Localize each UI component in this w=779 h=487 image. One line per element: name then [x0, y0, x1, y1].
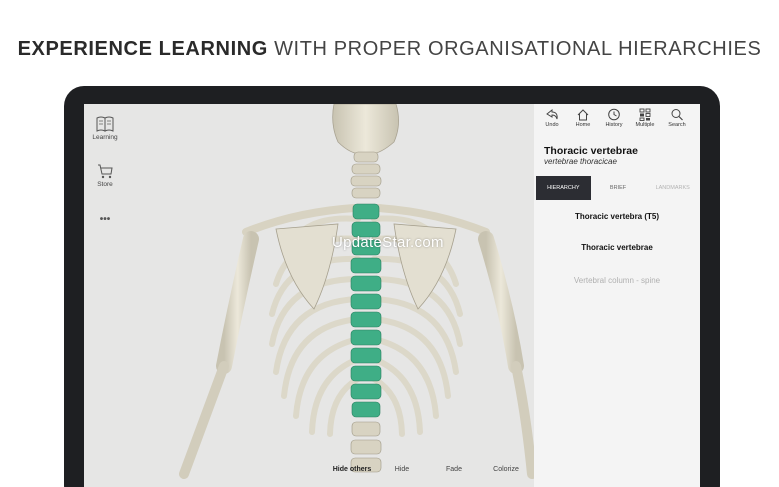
skeleton-model — [179, 104, 534, 479]
undo-button[interactable]: Undo — [538, 108, 566, 128]
lumbar-vertebrae — [350, 421, 382, 473]
home-icon — [577, 109, 589, 121]
multiple-icon — [639, 108, 651, 121]
left-rail: Learning Store ••• — [84, 104, 126, 487]
rail-item-store[interactable]: Store — [84, 164, 126, 188]
book-icon — [96, 116, 114, 132]
left-forearm — [179, 361, 229, 479]
undo-icon — [546, 108, 558, 120]
multiple-label: Multiple — [635, 122, 655, 128]
headline-strong: EXPERIENCE LEARNING — [17, 38, 268, 60]
structure-latin-name: vertebrae thoracicae — [544, 157, 617, 166]
right-forearm — [511, 361, 534, 479]
hide-others-button[interactable]: Hide others — [332, 466, 372, 474]
home-button[interactable]: Home — [569, 108, 597, 128]
tab-hierarchy[interactable]: HIERARCHY — [536, 176, 591, 200]
structure-title: Thoracic vertebrae — [544, 145, 638, 157]
more-icon[interactable]: ••• — [84, 214, 126, 225]
home-label: Home — [575, 122, 591, 128]
tab-brief[interactable]: BRIEF — [590, 176, 646, 200]
page-headline: EXPERIENCE LEARNING WITH PROPER ORGANISA… — [0, 38, 779, 61]
left-humerus — [216, 231, 259, 374]
fade-button[interactable]: Fade — [434, 466, 474, 474]
search-button[interactable]: Search — [663, 108, 691, 128]
hierarchy-item-root[interactable]: Vertebral column - spine — [534, 276, 700, 285]
search-label: Search — [668, 122, 686, 128]
info-tabs: HIERARCHY BRIEF LANDMARKS — [536, 176, 700, 200]
colorize-button[interactable]: Colorize — [486, 466, 526, 474]
multiple-button[interactable]: Multiple — [631, 108, 659, 128]
rail-label-store: Store — [97, 181, 113, 188]
skull — [332, 104, 399, 155]
bottom-toolbar: Hide others Hide Fade Colorize — [126, 466, 534, 487]
history-label: History — [605, 122, 623, 128]
anatomy-viewport[interactable]: UpdateStar.com Hide others Hide Fade Col… — [126, 104, 534, 487]
info-panel: Undo Home History Multiple Search Thorac… — [534, 104, 700, 487]
right-humerus — [478, 231, 524, 374]
tablet-frame: Learning Store ••• UpdateStar.com Hide o… — [64, 86, 720, 487]
rail-item-learning[interactable]: Learning — [84, 116, 126, 141]
tab-landmarks[interactable]: LANDMARKS — [645, 176, 700, 200]
search-icon — [671, 109, 683, 121]
cart-icon — [98, 164, 113, 179]
watermark: UpdateStar.com — [332, 234, 444, 251]
app-screen: Learning Store ••• UpdateStar.com Hide o… — [84, 104, 700, 487]
history-button[interactable]: History — [600, 108, 628, 128]
top-toolbar: Undo Home History Multiple Search — [534, 108, 700, 138]
hierarchy-item-selected[interactable]: Thoracic vertebra (T5) — [534, 212, 700, 221]
cervical-vertebrae — [350, 151, 382, 199]
hide-button[interactable]: Hide — [382, 466, 422, 474]
undo-label: Undo — [545, 122, 559, 128]
hierarchy-item-parent[interactable]: Thoracic vertebrae — [534, 243, 700, 252]
rail-label-learning: Learning — [92, 134, 118, 141]
history-icon — [608, 108, 620, 121]
headline-light: WITH PROPER ORGANISATIONAL HIERARCHIES — [267, 38, 762, 60]
